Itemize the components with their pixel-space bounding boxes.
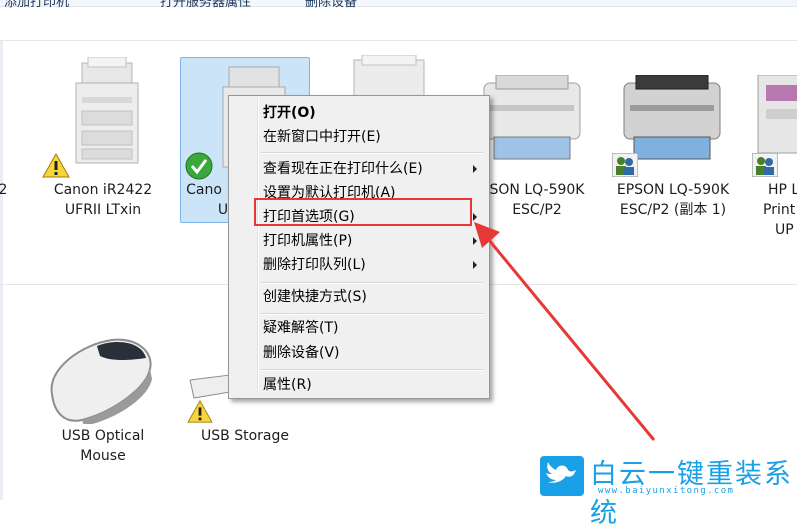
default-printer-check-icon xyxy=(185,152,213,180)
context-menu: 打开(O) 在新窗口中打开(E) 查看现在正在打印什么(E) 设置为默认打印机(… xyxy=(228,95,490,399)
toolbar-remove-device[interactable]: 删除设备 xyxy=(305,0,357,10)
annotation-arrow xyxy=(474,222,656,441)
menu-item-printer-properties[interactable]: 打印机属性(P) xyxy=(263,231,352,251)
device-usb-optical-mouse[interactable]: USB Optical Mouse xyxy=(38,330,168,470)
printer-hp[interactable]: HP L Print UP xyxy=(748,57,797,238)
annotation-highlight-box xyxy=(254,198,472,226)
device-sublabel: ESC/P2 xyxy=(512,202,562,218)
menu-separator xyxy=(261,283,483,284)
menu-separator xyxy=(261,314,483,315)
shared-users-icon xyxy=(612,153,638,177)
toolbar-server-properties[interactable]: 打开服务器属性 xyxy=(160,0,251,10)
printer-icon xyxy=(623,75,721,160)
warning-icon xyxy=(187,400,213,423)
shared-users-icon xyxy=(752,153,778,177)
printer-icon xyxy=(75,57,139,164)
device-label: HP L xyxy=(768,182,797,198)
menu-gutter-highlight xyxy=(258,98,259,394)
menu-separator xyxy=(261,370,483,371)
menu-item-see-printing[interactable]: 查看现在正在打印什么(E) xyxy=(263,159,423,179)
device-label: USB Optical xyxy=(61,428,145,444)
device-label: USB Storage xyxy=(201,428,289,444)
device-label: EPSON LQ-590K xyxy=(616,182,730,198)
menu-item-remove-queue[interactable]: 删除打印队列(L) xyxy=(263,255,366,275)
section-divider xyxy=(0,40,797,41)
printer-icon xyxy=(757,75,797,154)
devices-and-printers-window: 添加打印机 打开服务器属性 删除设备 2 Canon iR2422 UFRII … xyxy=(0,0,797,529)
printer-icon xyxy=(483,75,581,160)
device-sublabel: Mouse xyxy=(80,448,126,464)
mouse-icon xyxy=(50,338,152,424)
device-sublabel-2: UP xyxy=(775,222,794,238)
device-label: Cano xyxy=(186,182,222,198)
menu-item-properties[interactable]: 属性(R) xyxy=(263,375,312,395)
printer-canon-ir2422[interactable]: Canon iR2422 UFRII LTxin xyxy=(38,57,168,227)
watermark-url: www.baiyunxitong.com xyxy=(598,486,735,496)
device-sublabel: UFRII LTxin xyxy=(64,202,142,218)
device-label: Canon iR2422 xyxy=(53,182,153,198)
submenu-arrow-icon xyxy=(473,165,477,173)
watermark: 白云一键重装系统 www.baiyunxitong.com xyxy=(540,452,797,529)
device-label: SON LQ-590K xyxy=(489,182,585,198)
printer-epson-lq590k-copy[interactable]: EPSON LQ-590K ESC/P2 (副本 1) xyxy=(608,57,738,227)
menu-item-remove-device[interactable]: 删除设备(V) xyxy=(263,343,340,363)
warning-icon xyxy=(42,153,70,178)
menu-item-create-shortcut[interactable]: 创建快捷方式(S) xyxy=(263,287,367,307)
menu-item-open-new-window[interactable]: 在新窗口中打开(E) xyxy=(263,127,381,147)
command-bar: 添加打印机 打开服务器属性 删除设备 xyxy=(0,0,797,10)
toolbar-add-printer[interactable]: 添加打印机 xyxy=(4,0,69,10)
device-sublabel: ESC/P2 (副本 1) xyxy=(619,202,727,218)
bird-logo-icon xyxy=(540,456,584,496)
menu-item-open[interactable]: 打开(O) xyxy=(263,103,316,123)
device-sublabel: Print xyxy=(763,202,796,218)
menu-item-troubleshoot[interactable]: 疑难解答(T) xyxy=(263,318,338,338)
printer-icon xyxy=(353,55,425,100)
menu-separator xyxy=(261,153,483,154)
